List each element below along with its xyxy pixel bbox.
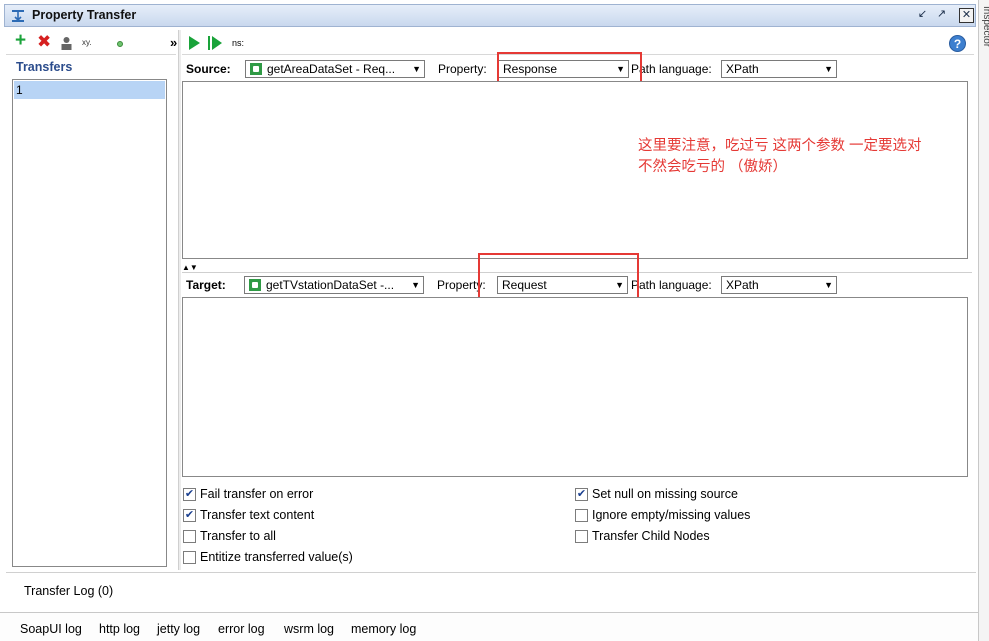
source-step-select[interactable]: getAreaDataSet - Req... ▼ (245, 60, 425, 78)
source-property-label: Property: (438, 62, 487, 76)
transfer-to-all-checkbox[interactable] (183, 530, 196, 543)
remove-transfer-icon[interactable]: ✖ (37, 33, 51, 50)
ignore-empty-values-checkbox[interactable] (575, 509, 588, 522)
transfers-toolbar: + ✖ xy. » (6, 31, 177, 55)
tab-http-log[interactable]: http log (99, 622, 140, 636)
dropdown-arrow-icon: ▼ (824, 64, 833, 74)
transfers-list[interactable]: 1 (12, 79, 167, 567)
soap-request-icon (250, 63, 262, 75)
transfer-list-item[interactable]: 1 (14, 81, 165, 99)
overflow-chevron-icon[interactable]: » (170, 35, 177, 50)
transfers-header: Transfers (16, 60, 73, 74)
highlight-box-target-property (478, 253, 639, 300)
soap-request-icon (249, 279, 261, 291)
annotation-line-2: 不然会吃亏的 （傲娇） (638, 159, 788, 175)
transfer-log-bar: Transfer Log (0) (6, 572, 976, 608)
dropdown-arrow-icon: ▼ (824, 280, 833, 290)
entitize-values-checkbox[interactable] (183, 551, 196, 564)
source-path-language-label: Path language: (631, 62, 712, 76)
annotation-note: 这里要注意，吃过亏 这两个参数 一定要选对 不然会吃亏的 （傲娇） (638, 136, 968, 178)
help-question-icon[interactable]: ? (949, 35, 966, 52)
annotation-line-1: 这里要注意，吃过亏 这两个参数 一定要选对 (638, 138, 922, 154)
target-path-editor[interactable] (182, 297, 968, 477)
add-transfer-icon[interactable]: + (15, 31, 26, 50)
source-label: Source: (186, 62, 231, 76)
entitize-values-label: Entitize transferred value(s) (200, 550, 353, 564)
transfer-to-all-label: Transfer to all (200, 529, 276, 543)
panel-splitter[interactable] (178, 30, 181, 570)
split-arrows-icon[interactable]: ▲▼ (182, 264, 198, 272)
tab-error-log[interactable]: error log (218, 622, 265, 636)
tab-memory-log[interactable]: memory log (351, 622, 416, 636)
fail-on-error-checkbox[interactable]: ✔ (183, 488, 196, 501)
status-dot-icon (117, 41, 123, 47)
transfer-text-content-label: Transfer text content (200, 508, 315, 522)
property-transfer-icon (12, 10, 24, 22)
target-path-language-label: Path language: (631, 278, 712, 292)
source-path-language-select[interactable]: XPath ▼ (721, 60, 837, 78)
transfer-text-content-checkbox[interactable]: ✔ (183, 509, 196, 522)
minimize-icon[interactable]: ↙ (915, 8, 930, 23)
tab-soapui-log[interactable]: SoapUI log (20, 622, 82, 636)
rename-label[interactable]: xy. (82, 38, 92, 47)
log-tabs-bar: SoapUI log http log jetty log error log … (0, 612, 978, 641)
transfer-child-nodes-label: Transfer Child Nodes (592, 529, 710, 543)
transfer-log-tab[interactable]: Transfer Log (0) (24, 584, 113, 598)
target-path-language-select[interactable]: XPath ▼ (721, 276, 837, 294)
rename-icon[interactable] (60, 36, 73, 50)
tab-wsrm-log[interactable]: wsrm log (284, 622, 334, 636)
inspector-edge[interactable]: Inspector (978, 0, 989, 641)
ns-label[interactable]: ns: (232, 38, 244, 48)
run-all-transfers-icon[interactable] (208, 36, 223, 50)
set-null-missing-source-checkbox[interactable]: ✔ (575, 488, 588, 501)
run-transfer-icon[interactable] (188, 36, 201, 50)
target-path-language-value: XPath (726, 278, 759, 292)
detach-icon[interactable]: ↗ (934, 8, 949, 23)
title-bar: Property Transfer ↙ ↗ ✕ (4, 4, 976, 27)
inspector-label: Inspector (981, 6, 989, 48)
source-step-value: getAreaDataSet - Req... (267, 62, 396, 76)
ignore-empty-values-label: Ignore empty/missing values (592, 508, 751, 522)
dropdown-arrow-icon: ▼ (411, 280, 420, 290)
target-step-value: getTVstationDataSet -... (266, 278, 395, 292)
window-title: Property Transfer (32, 8, 137, 22)
fail-on-error-label: Fail transfer on error (200, 487, 314, 501)
source-path-language-value: XPath (726, 62, 759, 76)
transfer-child-nodes-checkbox[interactable] (575, 530, 588, 543)
target-step-select[interactable]: getTVstationDataSet -... ▼ (244, 276, 424, 294)
set-null-missing-source-label: Set null on missing source (592, 487, 738, 501)
dropdown-arrow-icon: ▼ (412, 64, 421, 74)
target-label: Target: (186, 278, 226, 292)
tab-jetty-log[interactable]: jetty log (157, 622, 200, 636)
close-icon[interactable]: ✕ (959, 8, 974, 23)
